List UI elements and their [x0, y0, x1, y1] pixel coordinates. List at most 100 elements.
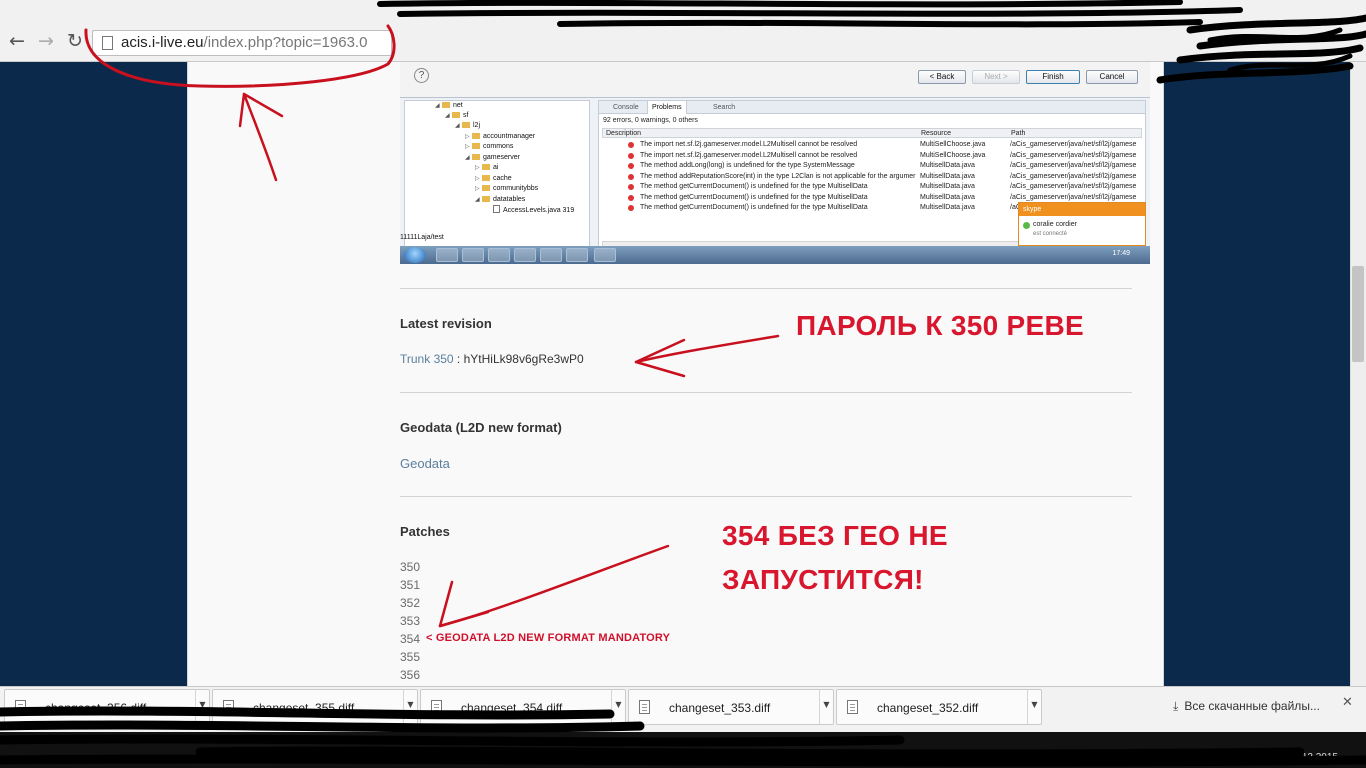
close-icon[interactable]: ✕ [1342, 695, 1353, 710]
download-item[interactable]: changeset_352.diff ▼ [836, 689, 1042, 725]
page-scrollbar[interactable] [1350, 62, 1366, 686]
problem-row: The import net.sf.l2j.gameserver.model.L… [602, 151, 1142, 161]
show-all-downloads-label: Все скачанные файлы... [1184, 699, 1320, 713]
download-filename: changeset_354.diff [461, 701, 563, 715]
app-icon [540, 248, 562, 262]
column-header: Resource [921, 130, 951, 137]
file-icon [847, 700, 858, 714]
patch-item[interactable]: 354 [400, 630, 420, 648]
tab-console: Console [613, 104, 639, 111]
problem-row: The method addReputationScore(int) in th… [602, 172, 1142, 182]
help-icon: ? [414, 68, 429, 83]
back-arrow-icon[interactable]: ← [6, 30, 28, 52]
wizard-button-bar: ? < Back Next > Finish Cancel [400, 62, 1150, 98]
tree-item: ▷ commons [465, 143, 514, 150]
latest-revision-heading: Latest revision [400, 316, 492, 331]
separator: : [453, 352, 464, 366]
online-status-icon [1023, 222, 1030, 229]
tree-item: AccessLevels.java 319 [493, 205, 574, 215]
url-path: /index.php?topic=1963.0 [203, 34, 368, 51]
address-bar[interactable]: acis.i-live.eu/index.php?topic=1963.0 [92, 30, 392, 56]
password-annotation: ПАРОЛЬ К 350 РЕВЕ [796, 310, 1084, 341]
tree-item: ▷ communitybbs [475, 185, 539, 192]
package-explorer-tree: ◢ net ◢ sf ◢ l2j ▷ accountmanager ▷ commons ◢… [404, 100, 590, 250]
eclipse-status-line: 11111Laja/test [400, 234, 444, 241]
skype-notification: skype coralie cordier est connecté [1018, 202, 1146, 246]
download-icon: ⤓ [1173, 699, 1179, 713]
chevron-down-icon[interactable]: ▼ [403, 690, 417, 724]
taskbar-clock: 17:49 [1112, 250, 1130, 257]
tab-search: Search [713, 104, 736, 111]
chevron-down-icon[interactable]: ▼ [1027, 690, 1041, 724]
patch-item[interactable]: 355 [400, 648, 420, 666]
tree-item: ▷ cache [475, 175, 512, 182]
page-icon [102, 36, 113, 50]
problems-view-tabs: Console Problems Search [599, 101, 1145, 114]
wizard-cancel-button: Cancel [1086, 70, 1138, 84]
chrome-icon [488, 248, 510, 262]
show-all-downloads-link[interactable]: ⤓ Все скачанные файлы... [1173, 699, 1320, 714]
tab-problems: Problems [647, 101, 687, 114]
file-icon [431, 700, 442, 714]
revision-password: hYtHiLk98v6gRe3wP0 [463, 352, 584, 366]
download-filename: changeset_353.diff [669, 701, 771, 715]
download-filename: changeset_352.diff [877, 701, 979, 715]
problem-row: The method addLong(long) is undefined fo… [602, 161, 1142, 171]
file-icon [639, 700, 650, 714]
patch-item[interactable]: 350 [400, 558, 420, 576]
patch-item[interactable]: 352 [400, 594, 420, 612]
tree-item: ◢ gameserver [465, 154, 520, 161]
downloads-bar: changeset_356.diff ▼ changeset_355.diff ▼ … [0, 686, 1366, 732]
chevron-down-icon[interactable]: ▼ [819, 690, 833, 724]
wizard-back-button: < Back [918, 70, 966, 84]
geodata-heading: Geodata (L2D new format) [400, 420, 562, 435]
url-host: acis.i-live.eu [121, 34, 204, 51]
browser-toolbar: ← → ↻ acis.i-live.eu/index.php?topic=196… [0, 0, 1366, 62]
chevron-down-icon[interactable]: ▼ [195, 690, 209, 724]
wizard-next-button: Next > [972, 70, 1020, 84]
patch-item[interactable]: 353 [400, 612, 420, 630]
download-filename: changeset_356.diff [45, 701, 147, 715]
trunk-350-link[interactable]: Trunk 350 [400, 352, 454, 366]
skype-logo: skype [1019, 203, 1145, 216]
problems-summary: 92 errors, 0 warnings, 0 others [603, 117, 698, 124]
download-filename: changeset_355.diff [253, 701, 355, 715]
patch-354-note: < GEODATA L2D NEW FORMAT MANDATORY [426, 632, 671, 644]
page-background-right [1164, 62, 1350, 686]
download-item[interactable]: changeset_355.diff ▼ [212, 689, 418, 725]
wizard-finish-button: Finish [1026, 70, 1080, 84]
geodata-link[interactable]: Geodata [400, 456, 450, 471]
forward-arrow-icon[interactable]: → [35, 30, 57, 52]
patch-item[interactable]: 356 [400, 666, 420, 684]
page-background-left [0, 62, 187, 686]
problem-row: The import net.sf.l2j.gameserver.model.L… [602, 140, 1142, 150]
scrollbar-thumb[interactable] [1352, 266, 1364, 362]
taskbar-date: 29.12.2015 [1287, 752, 1338, 763]
file-icon [223, 700, 234, 714]
geo-annotation-line1: 354 БЕЗ ГЕО НЕ [722, 520, 948, 551]
file-icon [15, 700, 26, 714]
reload-icon[interactable]: ↻ [64, 30, 86, 52]
section-divider [400, 392, 1132, 393]
patch-item[interactable]: 351 [400, 576, 420, 594]
tree-item: ▷ ai [475, 164, 499, 171]
skype-icon [594, 248, 616, 262]
embedded-screenshot: ? < Back Next > Finish Cancel ◢ net ◢ sf ◢… [400, 62, 1150, 264]
chevron-down-icon[interactable]: ▼ [611, 690, 625, 724]
problems-table-header: Description Resource Path [602, 128, 1142, 138]
contact-status: est connecté [1033, 231, 1068, 237]
download-item[interactable]: changeset_354.diff ▼ [420, 689, 626, 725]
column-header: Path [1011, 130, 1026, 137]
download-item[interactable]: changeset_356.diff ▼ [4, 689, 210, 725]
tree-item: ▷ accountmanager [465, 133, 536, 140]
notepad-icon [514, 248, 536, 262]
patches-heading: Patches [400, 524, 450, 539]
explorer-icon [436, 248, 458, 262]
terminal-icon [566, 248, 588, 262]
problem-row: The method getCurrentDocument() is undef… [602, 182, 1142, 192]
tree-item: ◢ datatables [475, 196, 526, 203]
windows-taskbar: 17:49 [400, 246, 1150, 264]
revision-line: Trunk 350 : hYtHiLk98v6gRe3wP0 [400, 352, 584, 366]
os-taskbar: 29.12.2015 [0, 732, 1366, 768]
download-item[interactable]: changeset_353.diff ▼ [628, 689, 834, 725]
